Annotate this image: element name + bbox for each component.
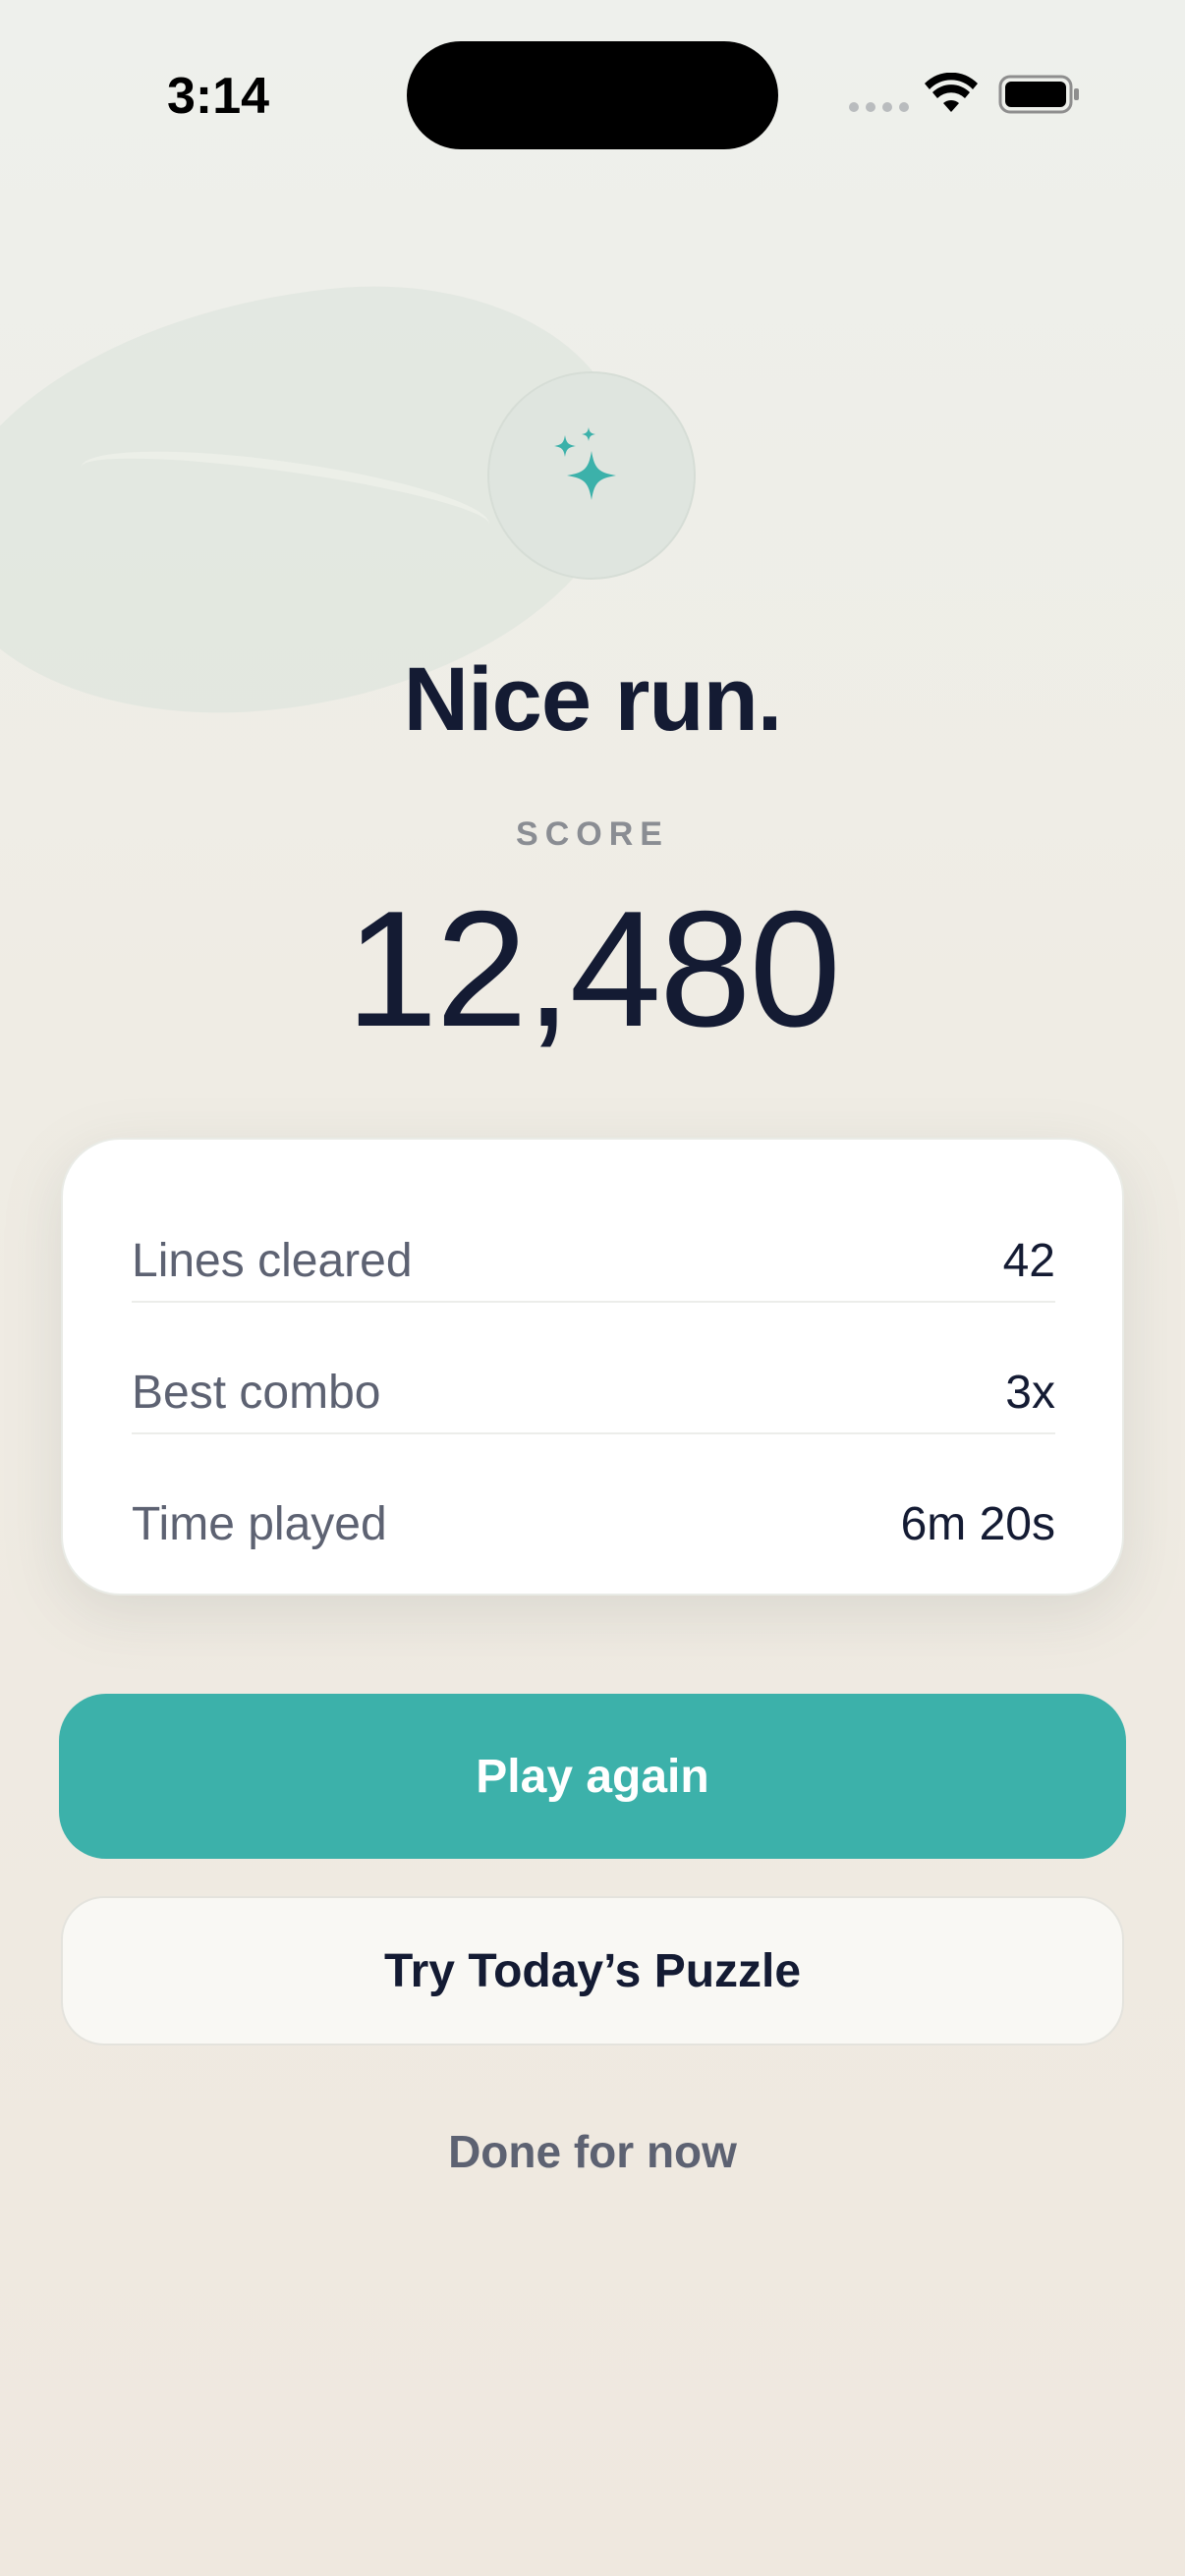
stat-label: Best combo [132,1366,381,1419]
sparkle-icon [554,427,616,500]
stat-value: 3x [1005,1366,1055,1419]
celebration-badge [487,371,696,580]
stat-row-lines-cleared: Lines cleared 42 [132,1195,1055,1326]
divider [132,1432,1055,1434]
status-bar-time: 3:14 [167,68,270,125]
score-value: 12,480 [346,876,841,1061]
divider [132,1301,1055,1303]
stats-card: Lines cleared 42 Best combo 3x Time play… [61,1138,1124,1596]
stat-label: Lines cleared [132,1234,413,1287]
stat-value: 6m 20s [900,1497,1055,1550]
dynamic-island [407,41,778,149]
stat-row-time-played: Time played 6m 20s [132,1458,1055,1590]
score-label: SCORE [516,815,669,853]
stat-label: Time played [132,1497,387,1550]
play-again-button[interactable]: Play again [59,1694,1126,1859]
stat-value: 42 [1002,1234,1055,1287]
try-todays-puzzle-button[interactable]: Try Today’s Puzzle [61,1896,1124,2045]
result-headline: Nice run. [403,649,783,750]
stat-row-best-combo: Best combo 3x [132,1326,1055,1458]
battery-icon [998,75,1079,114]
done-for-now-button[interactable]: Done for now [0,2112,1185,2191]
wifi-icon [925,73,978,112]
cellular-signal-icon [849,102,909,112]
